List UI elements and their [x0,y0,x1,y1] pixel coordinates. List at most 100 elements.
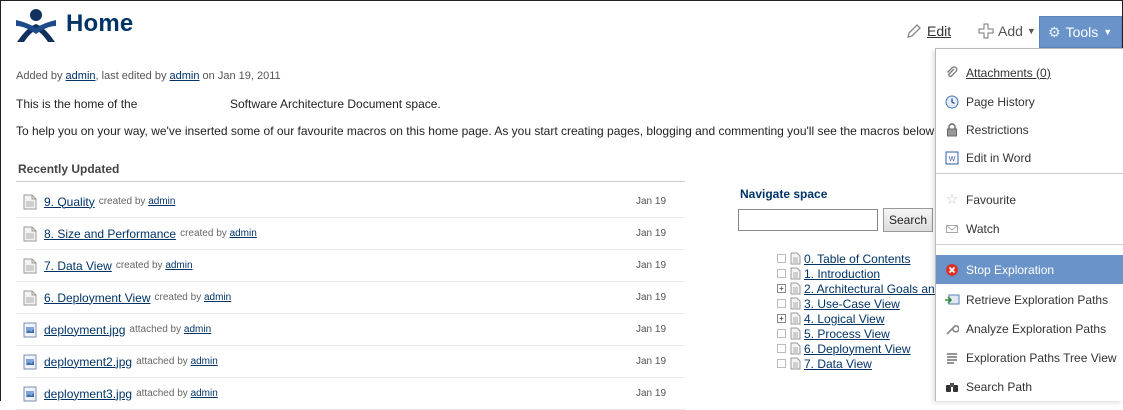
recently-updated-heading: Recently Updated [18,162,120,176]
tree-item-label[interactable]: 2. Architectural Goals and [804,282,937,296]
navigate-space-heading: Navigate space [740,187,828,201]
recent-item-action: created by [98,196,146,207]
tree-item-label[interactable]: 3. Use-Case View [804,297,900,311]
menu-item-label: Search Path [966,379,1033,394]
recent-item-date: Jan 19 [636,324,667,335]
pencil-icon [907,24,921,38]
add-label: Add [998,23,1023,39]
menu-item-label: Stop Exploration [966,262,1055,277]
list-item: 6. Deployment View created by admin Jan 19 [16,282,685,314]
tree-item-label[interactable]: 1. Introduction [804,267,880,281]
menu-item-edit-in-word[interactable]: W Edit in Word [936,143,1123,172]
chevron-down-icon: ▼ [1103,27,1113,37]
plus-icon [978,23,994,39]
page-tree: 0. Table of Contents 1. Introduction +2. A… [777,251,937,371]
menu-item-label: Retrieve Exploration Paths [966,292,1109,307]
history-icon [944,94,960,110]
page-icon [790,312,801,325]
edit-button[interactable]: Edit [905,18,951,44]
menu-item-watch[interactable]: Watch [936,214,1123,243]
menu-item-favourite[interactable]: ☆ Favourite [936,185,1123,214]
menu-item-label: Watch [966,221,1000,236]
menu-item-attachments-0[interactable]: Attachments (0) [936,58,1123,87]
menu-item-exploration-paths-tree-view[interactable]: Exploration Paths Tree View [936,343,1123,372]
recent-item-user[interactable]: admin [165,260,192,271]
edit-label: Edit [927,23,952,39]
navigate-search-input[interactable] [738,209,878,231]
menu-item-analyze-exploration-paths[interactable]: Analyze Exploration Paths [936,314,1123,343]
recent-item-byline: attached by admin [136,356,218,367]
leaf-icon [777,269,786,278]
recent-item-title[interactable]: 6. Deployment View [44,291,151,305]
page-icon [790,357,801,370]
image-icon [23,322,37,337]
recent-item-title[interactable]: 8. Size and Performance [44,227,176,241]
menu-item-label: Page History [966,94,1035,109]
tree-view-icon [944,350,960,366]
recent-item-byline: created by admin [116,260,193,271]
wrench-icon [944,321,960,337]
recent-item-action: created by [115,260,163,271]
recent-item-title[interactable]: 7. Data View [44,259,112,273]
navigate-search-button[interactable]: Search [883,208,933,232]
recent-item-title[interactable]: deployment.jpg [44,323,125,337]
tree-item: 1. Introduction [777,266,937,281]
recent-item-date: Jan 19 [636,260,667,271]
image-icon [23,354,37,369]
menu-item-page-history[interactable]: Page History [936,87,1123,116]
menu-item-search-path[interactable]: Search Path [936,372,1123,401]
leaf-icon [777,299,786,308]
word-icon: W [944,150,960,166]
intro-line-1: This is the home of the Software Archite… [16,97,441,111]
recent-item-user[interactable]: admin [191,356,218,367]
meta-middle: , last edited by [95,70,167,82]
recently-updated-list: 9. Quality created by admin Jan 19 8. Size … [16,186,685,410]
tree-item: +4. Logical View [777,311,937,326]
recent-item-byline: attached by admin [136,388,218,399]
menu-item-stop-exploration[interactable]: Stop Exploration [936,255,1123,284]
recent-item-user[interactable]: admin [191,388,218,399]
tree-item-label[interactable]: 7. Data View [804,357,872,371]
tree-item-label[interactable]: 6. Deployment View [804,342,911,356]
tree-item-label[interactable]: 0. Table of Contents [804,252,911,266]
menu-item-label: Analyze Exploration Paths [966,321,1107,336]
binoculars-icon [944,379,960,395]
page-icon [23,226,37,241]
recent-item-user[interactable]: admin [184,324,211,335]
menu-item-label: Edit in Word [966,150,1032,165]
add-button[interactable]: Add ▼ [978,18,1036,44]
tree-item: 7. Data View [777,356,937,371]
recent-item-action: attached by [136,356,188,367]
tools-button[interactable]: ⚙ Tools ▼ [1039,16,1122,48]
intro-text-a: This is the home of the [16,97,138,111]
recent-item-byline: created by admin [180,228,257,239]
tree-item: +2. Architectural Goals and [777,281,937,296]
recent-item-user[interactable]: admin [230,228,257,239]
chevron-down-icon: ▼ [1026,26,1036,36]
paperclip-icon [944,65,960,81]
page-icon [790,297,801,310]
page-toolbar: Edit Add ▼ ⚙ Tools ▼ [0,16,1123,48]
recent-item-date: Jan 19 [636,388,667,399]
list-item: deployment2.jpg attached by admin Jan 19 [16,346,685,378]
recent-item-title[interactable]: deployment3.jpg [44,387,132,401]
expand-icon[interactable]: + [777,314,786,323]
expand-icon[interactable]: + [777,284,786,293]
recent-item-title[interactable]: deployment2.jpg [44,355,132,369]
tree-item-label[interactable]: 4. Logical View [804,312,885,326]
recent-item-user[interactable]: admin [148,196,175,207]
menu-item-retrieve-exploration-paths[interactable]: Retrieve Exploration Paths [936,285,1123,314]
recent-item-action: attached by [129,324,182,335]
tree-item-label[interactable]: 5. Process View [804,327,890,341]
recent-item-user[interactable]: admin [204,292,231,303]
gear-icon: ⚙ [1048,23,1061,40]
recent-item-byline: created by admin [155,292,232,303]
meta-prefix: Added by [16,70,63,82]
page-icon [790,267,801,280]
recent-item-title[interactable]: 9. Quality [44,195,95,209]
editor-link[interactable]: admin [170,70,200,82]
author-link[interactable]: admin [66,70,96,82]
image-icon [23,386,37,401]
menu-item-restrictions[interactable]: Restrictions [936,115,1123,144]
page-icon [23,258,37,273]
